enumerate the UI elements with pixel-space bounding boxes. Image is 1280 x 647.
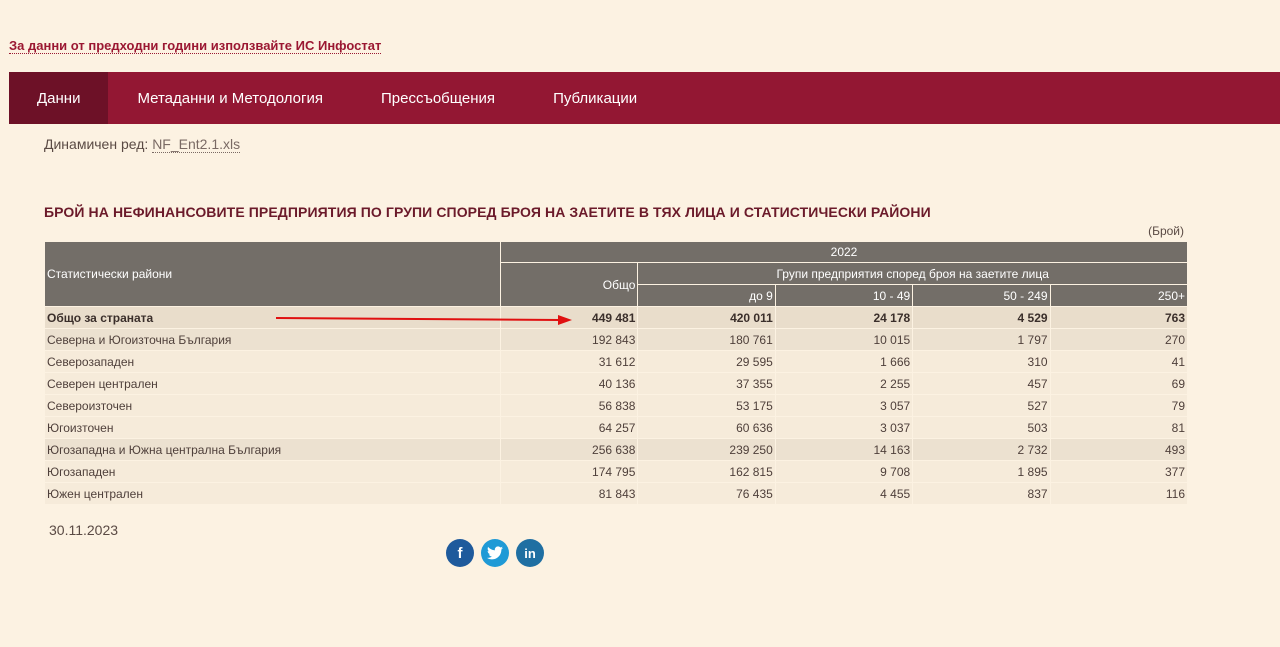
cell-g4: 81 <box>1049 416 1189 439</box>
cell-region: Североизточен <box>44 394 501 417</box>
cell-region: Северозападен <box>44 350 501 373</box>
cell-total: 56 838 <box>499 394 639 417</box>
cell-region: Южен централен <box>44 482 501 505</box>
table-row: Югозападна и Южна централна България 256… <box>44 438 1189 461</box>
cell-region: Северна и Югоизточна България <box>44 328 501 351</box>
social-share: f in <box>446 539 544 567</box>
cell-g4: 69 <box>1049 372 1189 395</box>
table-row: Североизточен 56 838 53 175 3 057 527 79 <box>44 394 1189 417</box>
cell-g2: 10 015 <box>774 328 914 351</box>
twitter-bird-icon <box>487 546 503 560</box>
cell-g2: 1 666 <box>774 350 914 373</box>
cell-total: 174 795 <box>499 460 639 483</box>
cell-g2: 3 057 <box>774 394 914 417</box>
cell-g2: 9 708 <box>774 460 914 483</box>
table-row: Северна и Югоизточна България 192 843 18… <box>44 328 1189 351</box>
cell-g1: 37 355 <box>637 372 776 395</box>
cell-g3: 2 732 <box>912 438 1051 461</box>
cell-g4: 377 <box>1049 460 1189 483</box>
cell-g1: 239 250 <box>637 438 776 461</box>
header-region: Статистически райони <box>44 241 501 307</box>
dynamic-row-label: Динамичен ред: <box>44 136 149 152</box>
cell-g2: 4 455 <box>774 482 914 505</box>
header-g4: 250+ <box>1049 284 1189 307</box>
cell-total: 192 843 <box>499 328 639 351</box>
cell-region: Югозападен <box>44 460 501 483</box>
unit-label: (Брой) <box>1148 224 1184 238</box>
nav-item-data[interactable]: Данни <box>9 72 109 124</box>
cell-region: Югозападна и Южна централна България <box>44 438 501 461</box>
cell-g4: 270 <box>1049 328 1189 351</box>
table-row: Южен централен 81 843 76 435 4 455 837 1… <box>44 482 1189 505</box>
cell-total: 449 481 <box>499 306 639 329</box>
cell-g4: 41 <box>1049 350 1189 373</box>
twitter-icon[interactable] <box>481 539 509 567</box>
dynamic-row: Динамичен ред: NF_Ent2.1.xls <box>44 136 241 153</box>
cell-g1: 29 595 <box>637 350 776 373</box>
cell-region: Северен централен <box>44 372 501 395</box>
nav-item-metadata[interactable]: Метаданни и Методология <box>108 72 352 124</box>
cell-g1: 53 175 <box>637 394 776 417</box>
infostat-link[interactable]: За данни от предходни години използвайте… <box>9 38 382 54</box>
cell-region: Югоизточен <box>44 416 501 439</box>
cell-total: 40 136 <box>499 372 639 395</box>
nav-item-press[interactable]: Прессъобщения <box>352 72 524 124</box>
main-nav: Данни Метаданни и Методология Прессъобще… <box>9 72 1280 124</box>
header-g2: 10 - 49 <box>774 284 914 307</box>
cell-g3: 527 <box>912 394 1051 417</box>
header-g3: 50 - 249 <box>912 284 1051 307</box>
cell-g3: 503 <box>912 416 1051 439</box>
cell-g2: 24 178 <box>774 306 914 329</box>
cell-region: Общо за страната <box>44 306 501 329</box>
cell-total: 31 612 <box>499 350 639 373</box>
table-row: Югоизточен 64 257 60 636 3 037 503 81 <box>44 416 1189 439</box>
header-year: 2022 <box>499 241 1189 263</box>
cell-g2: 2 255 <box>774 372 914 395</box>
cell-g1: 76 435 <box>637 482 776 505</box>
nav-item-publications[interactable]: Публикации <box>524 72 666 124</box>
facebook-icon[interactable]: f <box>446 539 474 567</box>
cell-g3: 4 529 <box>912 306 1051 329</box>
cell-total: 81 843 <box>499 482 639 505</box>
cell-g4: 763 <box>1049 306 1189 329</box>
header-g1: до 9 <box>637 284 776 307</box>
linkedin-icon[interactable]: in <box>516 539 544 567</box>
cell-g3: 457 <box>912 372 1051 395</box>
cell-g1: 162 815 <box>637 460 776 483</box>
cell-g3: 1 895 <box>912 460 1051 483</box>
dynamic-row-file-link[interactable]: NF_Ent2.1.xls <box>152 136 241 153</box>
cell-total: 64 257 <box>499 416 639 439</box>
cell-g4: 79 <box>1049 394 1189 417</box>
header-groups: Групи предприятия според броя на заетите… <box>637 262 1188 285</box>
table-row: Югозападен 174 795 162 815 9 708 1 895 3… <box>44 460 1189 483</box>
cell-total: 256 638 <box>499 438 639 461</box>
table-row: Северен централен 40 136 37 355 2 255 45… <box>44 372 1189 395</box>
table-title: БРОЙ НА НЕФИНАНСОВИТЕ ПРЕДПРИЯТИЯ ПО ГРУ… <box>44 204 931 220</box>
cell-g1: 180 761 <box>637 328 776 351</box>
publication-date: 30.11.2023 <box>49 522 119 538</box>
cell-g4: 493 <box>1049 438 1189 461</box>
cell-g3: 837 <box>912 482 1051 505</box>
table-row: Общо за страната 449 481 420 011 24 178 … <box>44 306 1189 329</box>
cell-g4: 116 <box>1049 482 1189 505</box>
header-total: Общо <box>499 262 639 307</box>
cell-g1: 60 636 <box>637 416 776 439</box>
data-table: Статистически райони 2022 Общо Групи пре… <box>44 241 1189 505</box>
cell-g3: 310 <box>912 350 1051 373</box>
cell-g1: 420 011 <box>637 306 776 329</box>
cell-g2: 3 037 <box>774 416 914 439</box>
table-row: Северозападен 31 612 29 595 1 666 310 41 <box>44 350 1189 373</box>
cell-g3: 1 797 <box>912 328 1051 351</box>
cell-g2: 14 163 <box>774 438 914 461</box>
